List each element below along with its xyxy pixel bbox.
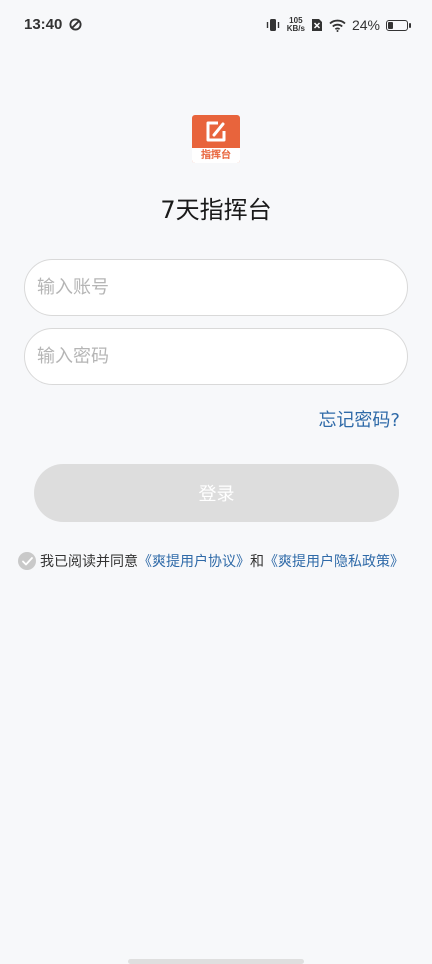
user-agreement-link[interactable]: 《爽提用户协议》: [138, 551, 250, 571]
battery-icon: [386, 19, 411, 31]
agreement-row: 我已阅读并同意 《爽提用户协议》 和 《爽提用户隐私政策》: [18, 551, 404, 571]
privacy-policy-link[interactable]: 《爽提用户隐私政策》: [264, 551, 404, 571]
login-screen: 13:40 105 KB/s 24% 指挥台 7天指挥台 输入账号 忘记密码? …: [0, 0, 432, 964]
wifi-icon: [329, 19, 346, 32]
forgot-password-link[interactable]: 忘记密码?: [318, 406, 400, 432]
status-bar: 13:40 105 KB/s 24%: [0, 0, 432, 52]
app-logo: 指挥台: [192, 115, 240, 163]
status-icons: 105 KB/s 24%: [265, 14, 411, 36]
status-time: 13:40: [24, 16, 63, 33]
sync-icon: [69, 18, 82, 31]
edit-square-icon: [206, 121, 226, 142]
battery-level: [388, 21, 393, 29]
no-sim-icon: [311, 19, 322, 31]
password-input[interactable]: [24, 328, 408, 385]
network-speed-unit: KB/s: [286, 24, 305, 33]
home-indicator[interactable]: [128, 959, 304, 964]
battery-percent: 24%: [351, 17, 380, 33]
agreement-conjunction: 和: [250, 554, 264, 570]
network-speed: 105 KB/s: [287, 17, 305, 33]
app-title: 7天指挥台: [160, 196, 272, 224]
account-input[interactable]: [24, 259, 408, 316]
login-button[interactable]: 登录: [34, 464, 399, 522]
check-icon: [21, 556, 33, 565]
agreement-prefix: 我已阅读并同意: [40, 554, 138, 570]
vibrate-icon: [266, 19, 279, 31]
agreement-checkbox[interactable]: [18, 552, 36, 570]
logo-caption: 指挥台: [192, 148, 240, 163]
